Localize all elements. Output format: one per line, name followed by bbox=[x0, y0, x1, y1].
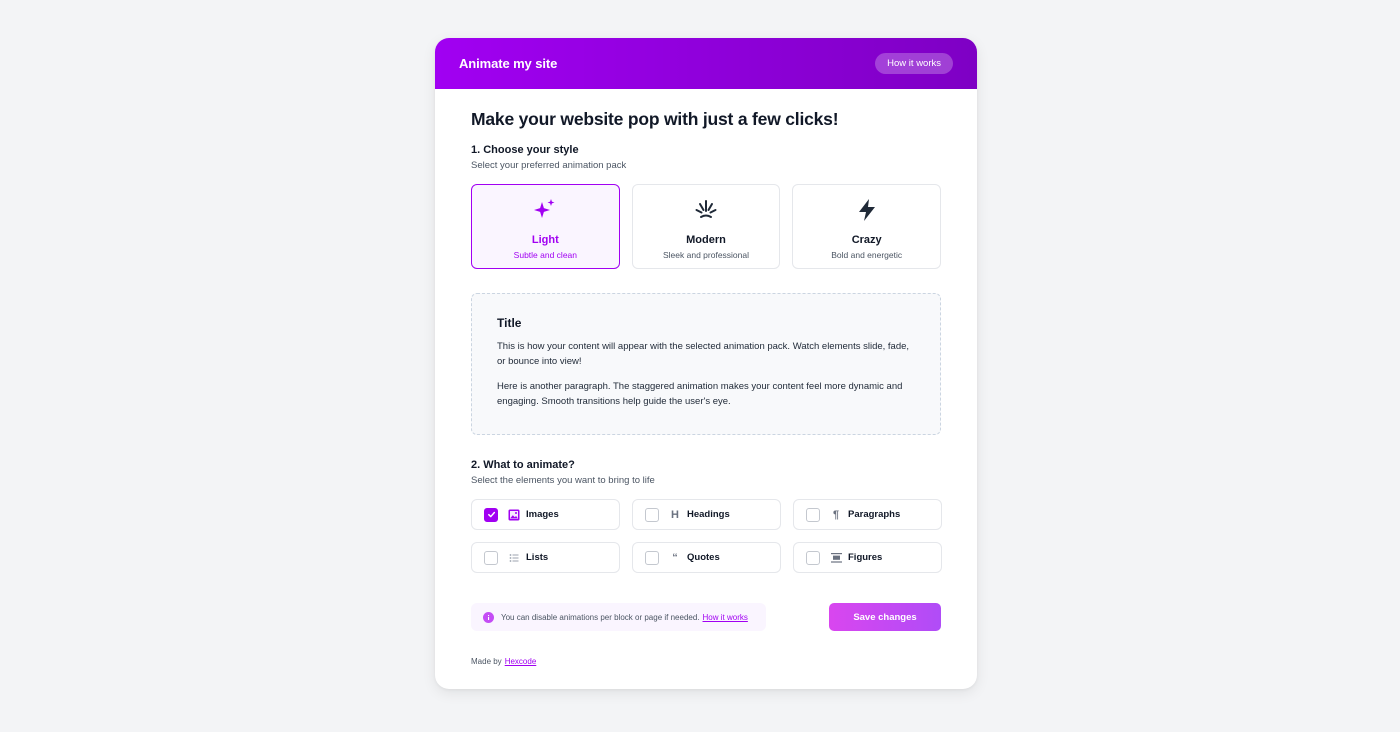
how-it-works-link[interactable]: How it works bbox=[703, 613, 748, 622]
list-icon bbox=[507, 551, 521, 565]
page-title: Make your website pop with just a few cl… bbox=[471, 109, 839, 129]
element-option-headings[interactable]: H Headings bbox=[632, 499, 781, 530]
element-label: Figures bbox=[848, 552, 883, 563]
checkbox[interactable] bbox=[484, 550, 498, 565]
figure-icon bbox=[829, 551, 843, 565]
checkbox[interactable] bbox=[806, 507, 820, 522]
element-option-quotes[interactable]: “ Quotes bbox=[632, 542, 781, 573]
element-options: Images H Headings ¶ Paragraphs Lists “ Q… bbox=[471, 499, 942, 573]
made-by: Made by Hexcode bbox=[471, 657, 941, 666]
element-option-paragraphs[interactable]: ¶ Paragraphs bbox=[793, 499, 942, 530]
settings-card: Animate my site How it works Make your w… bbox=[435, 38, 977, 689]
animation-pack-options: Light Subtle and clean Modern Sleek and … bbox=[471, 184, 942, 269]
section-elements-subtitle: Select the elements you want to bring to… bbox=[471, 475, 655, 486]
how-it-works-button[interactable]: How it works bbox=[875, 53, 953, 74]
sparkles-icon bbox=[532, 197, 558, 223]
element-label: Images bbox=[526, 509, 559, 520]
save-button[interactable]: Save changes bbox=[829, 603, 941, 631]
heading-icon: H bbox=[671, 508, 679, 521]
element-label: Lists bbox=[526, 552, 549, 563]
pack-option-light[interactable]: Light Subtle and clean bbox=[471, 184, 620, 269]
element-option-lists[interactable]: Lists bbox=[471, 542, 620, 573]
pilcrow-icon: ¶ bbox=[832, 508, 840, 521]
info-note: You can disable animations per block or … bbox=[471, 603, 766, 631]
animation-preview: Title This is how your content will appe… bbox=[471, 293, 941, 435]
checkbox[interactable] bbox=[484, 507, 498, 522]
preview-title: Title bbox=[497, 316, 522, 330]
checkbox[interactable] bbox=[806, 550, 820, 565]
pack-name: Modern bbox=[686, 234, 726, 246]
pack-description: Sleek and professional bbox=[663, 250, 750, 260]
section-elements: 2. What to animate? Select the elements … bbox=[471, 459, 942, 573]
pack-name: Light bbox=[531, 234, 559, 246]
burst-icon bbox=[693, 197, 719, 223]
checkbox[interactable] bbox=[645, 550, 659, 565]
section-style-title: 1. Choose your style bbox=[471, 144, 579, 156]
header-bar: Animate my site How it works bbox=[435, 38, 977, 89]
pack-description: Bold and energetic bbox=[831, 250, 903, 260]
quote-icon: “ bbox=[672, 551, 678, 564]
image-icon bbox=[507, 508, 521, 522]
info-note-text: You can disable animations per block or … bbox=[501, 612, 700, 622]
preview-paragraph: This is how your content will appear wit… bbox=[497, 341, 910, 367]
element-label: Paragraphs bbox=[848, 509, 901, 520]
action-row: You can disable animations per block or … bbox=[471, 603, 941, 631]
element-option-figures[interactable]: Figures bbox=[793, 542, 942, 573]
element-option-images[interactable]: Images bbox=[471, 499, 620, 530]
preview-paragraph: Here is another paragraph. The staggered… bbox=[497, 381, 903, 407]
pack-description: Subtle and clean bbox=[513, 250, 577, 260]
element-label: Quotes bbox=[687, 552, 720, 563]
section-elements-title: 2. What to animate? bbox=[471, 459, 575, 471]
main-content: Make your website pop with just a few cl… bbox=[435, 109, 977, 666]
element-label: Headings bbox=[687, 509, 730, 520]
info-icon bbox=[483, 611, 494, 623]
section-style-subtitle: Select your preferred animation pack bbox=[471, 160, 627, 171]
pack-option-modern[interactable]: Modern Sleek and professional bbox=[631, 184, 781, 269]
pack-name: Crazy bbox=[851, 234, 882, 246]
made-by-text: Made by bbox=[471, 657, 502, 666]
lightning-icon bbox=[854, 197, 880, 223]
checkbox[interactable] bbox=[645, 507, 659, 522]
hexcode-link[interactable]: Hexcode bbox=[505, 657, 537, 666]
app-title: Animate my site bbox=[459, 56, 558, 71]
pack-option-crazy[interactable]: Crazy Bold and energetic bbox=[792, 184, 942, 269]
